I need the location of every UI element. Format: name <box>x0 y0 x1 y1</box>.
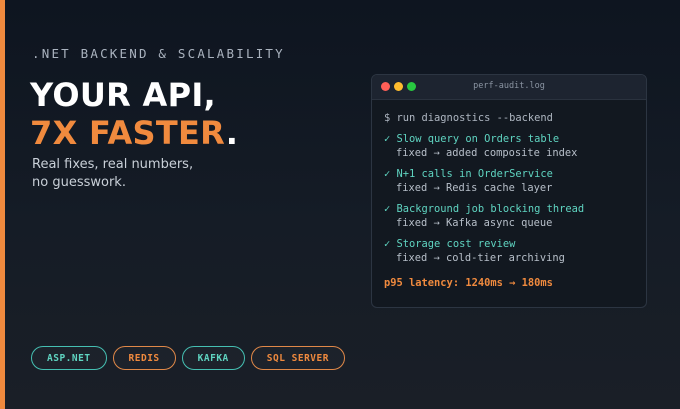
log-entry: ✓ Slow query on Orders table fixed → add… <box>384 132 634 160</box>
tag-kafka: KAFKA <box>181 346 245 370</box>
log-entry: ✓ N+1 calls in OrderService fixed → Redi… <box>384 167 634 195</box>
log-entry-detail: fixed → Redis cache layer <box>396 182 553 194</box>
log-entry-detail: fixed → cold-tier archiving <box>396 252 565 264</box>
terminal-command: $ run diagnostics --backend <box>384 112 553 124</box>
headline-line1: YOUR API, <box>30 76 216 114</box>
log-entry: ✓ Background job blocking thread fixed →… <box>384 202 634 230</box>
log-entry-title: ✓ Background job blocking thread <box>384 203 585 215</box>
terminal-window: perf-audit.log $ run diagnostics --backe… <box>371 74 647 308</box>
terminal-titlebar: perf-audit.log <box>372 75 646 100</box>
log-entry-detail: fixed → Kafka async queue <box>396 217 553 229</box>
tag-aspnet: ASP.NET <box>31 346 107 370</box>
log-entry-title: ✓ Storage cost review <box>384 238 516 250</box>
subtitle-line1: Real fixes, real numbers, <box>32 157 194 172</box>
headline-accent: 7X FASTER <box>30 114 226 152</box>
tech-tags: ASP.NET REDIS KAFKA SQL SERVER <box>31 346 345 370</box>
left-accent-bar <box>0 0 5 409</box>
log-entry: ✓ Storage cost review fixed → cold-tier … <box>384 237 634 265</box>
eyebrow-label: .NET BACKEND & SCALABILITY <box>32 46 285 61</box>
log-entry-title: ✓ Slow query on Orders table <box>384 133 560 145</box>
terminal-title: perf-audit.log <box>473 81 545 91</box>
terminal-body: $ run diagnostics --backend ✓ Slow query… <box>372 100 646 290</box>
subtitle-line2: no guesswork. <box>32 175 126 190</box>
headline-period: . <box>225 114 239 152</box>
log-entry-detail: fixed → added composite index <box>396 147 578 159</box>
page-title: YOUR API, 7X FASTER. <box>30 76 238 152</box>
log-entry-title: ✓ N+1 calls in OrderService <box>384 168 553 180</box>
tag-sql-server: SQL SERVER <box>250 346 345 370</box>
latency-summary: p95 latency: 1240ms → 180ms <box>384 277 553 289</box>
subtitle: Real fixes, real numbers, no guesswork. <box>32 156 252 192</box>
tag-redis: REDIS <box>112 346 176 370</box>
